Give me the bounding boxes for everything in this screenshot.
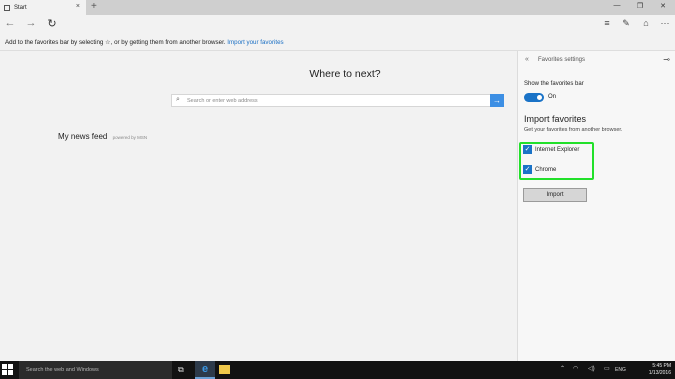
navigation-bar: ← → ↻ ≡ ✎ ⌂ ··· (0, 15, 675, 35)
tray-chevron-icon[interactable]: ⌃ (560, 365, 565, 372)
import-favorites-description: Get your favorites from another browser. (524, 127, 623, 133)
go-button[interactable]: → (490, 94, 504, 107)
checkbox-label: Chrome (535, 166, 557, 173)
checkbox-chrome[interactable]: ✓ Chrome (523, 165, 556, 174)
wifi-icon[interactable]: ◠ (573, 365, 578, 372)
edge-taskbar-icon[interactable]: e (195, 361, 215, 379)
task-view-icon[interactable]: ⧉ (178, 365, 184, 375)
web-note-icon[interactable]: ✎ (619, 18, 633, 29)
close-tab-icon[interactable]: × (76, 3, 80, 10)
page-icon (4, 4, 10, 11)
volume-icon[interactable]: ◁) (588, 365, 595, 372)
favorites-settings-panel: « Favorites settings ⊸ Show the favorite… (517, 51, 675, 361)
taskbar-clock[interactable]: 5:45 PM 1/13/2016 (649, 363, 671, 376)
checkbox-checked-icon[interactable]: ✓ (523, 165, 532, 174)
panel-title: Favorites settings (538, 57, 586, 63)
back-button[interactable]: ← (3, 17, 17, 29)
action-center-icon[interactable]: ▭ (604, 365, 610, 372)
search-icon: ⌕ (176, 96, 180, 103)
search-input[interactable] (187, 96, 487, 106)
close-window-button[interactable]: ✕ (656, 2, 670, 10)
windows-start-icon[interactable] (2, 364, 14, 376)
new-tab-button[interactable]: + (91, 1, 97, 12)
info-text: Add to the favorites bar by selecting ☆,… (5, 39, 226, 46)
import-favorites-link[interactable]: Import your favorites (227, 39, 283, 46)
toggle-state: On (548, 94, 557, 100)
forward-button[interactable]: → (24, 17, 38, 29)
checkbox-label: Internet Explorer (535, 146, 580, 153)
show-favorites-bar-label: Show the favorites bar (524, 81, 584, 87)
language-indicator[interactable]: ENG (615, 367, 626, 373)
file-explorer-icon[interactable] (219, 365, 230, 374)
news-feed-header: My news feed powered by MSN (58, 132, 147, 141)
checkbox-internet-explorer[interactable]: ✓ Internet Explorer (523, 145, 579, 154)
toggle-knob (537, 95, 542, 100)
powered-by: powered by MSN (112, 135, 148, 140)
tab-title: Start (14, 4, 27, 11)
taskbar: Search the web and Windows ⧉ e ⌃ ◠ ◁) ▭ … (0, 361, 675, 379)
hub-icon[interactable]: ≡ (600, 18, 614, 28)
minimize-button[interactable]: — (610, 2, 624, 9)
checkbox-checked-icon[interactable]: ✓ (523, 145, 532, 154)
taskbar-search-box[interactable]: Search the web and Windows (19, 361, 172, 379)
pin-icon[interactable]: ⊸ (663, 55, 670, 64)
clock-date: 1/13/2016 (648, 369, 671, 376)
start-page: Where to next? ⌕ → My news feed powered … (0, 51, 517, 361)
import-favorites-heading: Import favorites (524, 114, 587, 124)
tab-start[interactable]: Start × (0, 0, 86, 15)
refresh-button[interactable]: ↻ (45, 17, 59, 30)
clock-time: 5:45 PM (652, 363, 671, 369)
news-feed-title[interactable]: My news feed (58, 132, 107, 141)
maximize-button[interactable]: ❐ (633, 2, 647, 10)
favorites-bar-toggle[interactable] (524, 93, 544, 102)
search-box: ⌕ → (171, 94, 504, 107)
title-bar: Start × + — ❐ ✕ (0, 0, 675, 15)
share-icon[interactable]: ⌂ (639, 18, 653, 28)
back-icon[interactable]: « (525, 56, 529, 63)
favorites-info-bar: Add to the favorites bar by selecting ☆,… (0, 35, 675, 51)
more-icon[interactable]: ··· (658, 18, 672, 28)
import-button[interactable]: Import (523, 188, 587, 202)
